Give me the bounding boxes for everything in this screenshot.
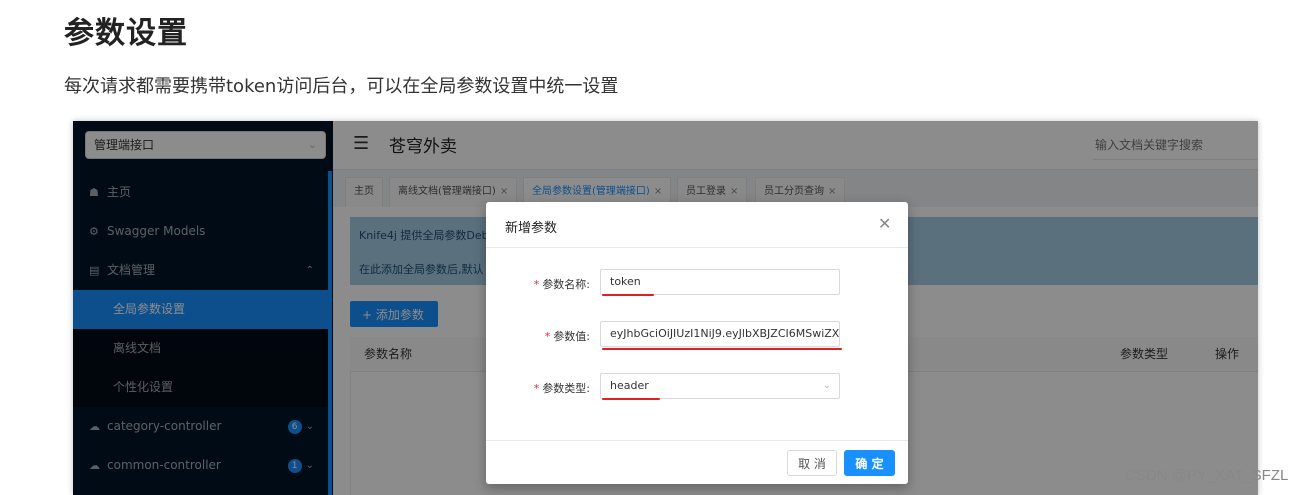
param-name-value: token (610, 275, 641, 288)
param-value-label: * 参数值: (486, 328, 590, 344)
chevron-down-icon: ⌄ (822, 380, 831, 391)
param-value-label-text: 参数值: (553, 330, 590, 343)
param-value-value: eyJhbGciOiJIUzI1NiJ9.eyJlbXBJZCI6MSwiZXh (610, 327, 840, 340)
required-mark-icon: * (533, 278, 540, 291)
cancel-button[interactable]: 取 消 (787, 450, 837, 476)
annotation-underline (602, 398, 660, 400)
param-type-label: * 参数类型: (486, 380, 590, 396)
param-name-input[interactable]: token (600, 269, 840, 295)
param-type-select[interactable]: header ⌄ (600, 373, 840, 399)
add-param-modal: 新增参数 ✕ * 参数名称: token * 参数值: eyJhbGciOiJIUz… (486, 202, 908, 484)
param-value-input[interactable]: eyJhbGciOiJIUzI1NiJ9.eyJlbXBJZCI6MSwiZXh (600, 321, 840, 347)
param-name-label: * 参数名称: (486, 276, 590, 292)
param-name-label-text: 参数名称: (542, 278, 590, 291)
article-heading: 参数设置 (64, 16, 188, 51)
annotation-underline (602, 294, 654, 296)
param-type-label-text: 参数类型: (542, 382, 590, 395)
modal-footer-divider (486, 440, 908, 441)
article-description: 每次请求都需要携带token访问后台，可以在全局参数设置中统一设置 (64, 76, 619, 97)
param-type-value: header (610, 379, 649, 392)
required-mark-icon: * (544, 330, 551, 343)
required-mark-icon: * (533, 382, 540, 395)
watermark: CSDN @PY_XAT_SFZL (1125, 467, 1289, 484)
modal-title: 新增参数 (505, 221, 558, 236)
modal-header-divider (486, 247, 908, 248)
close-icon[interactable]: ✕ (878, 214, 891, 233)
confirm-button[interactable]: 确 定 (844, 450, 895, 476)
annotation-underline (602, 348, 842, 350)
